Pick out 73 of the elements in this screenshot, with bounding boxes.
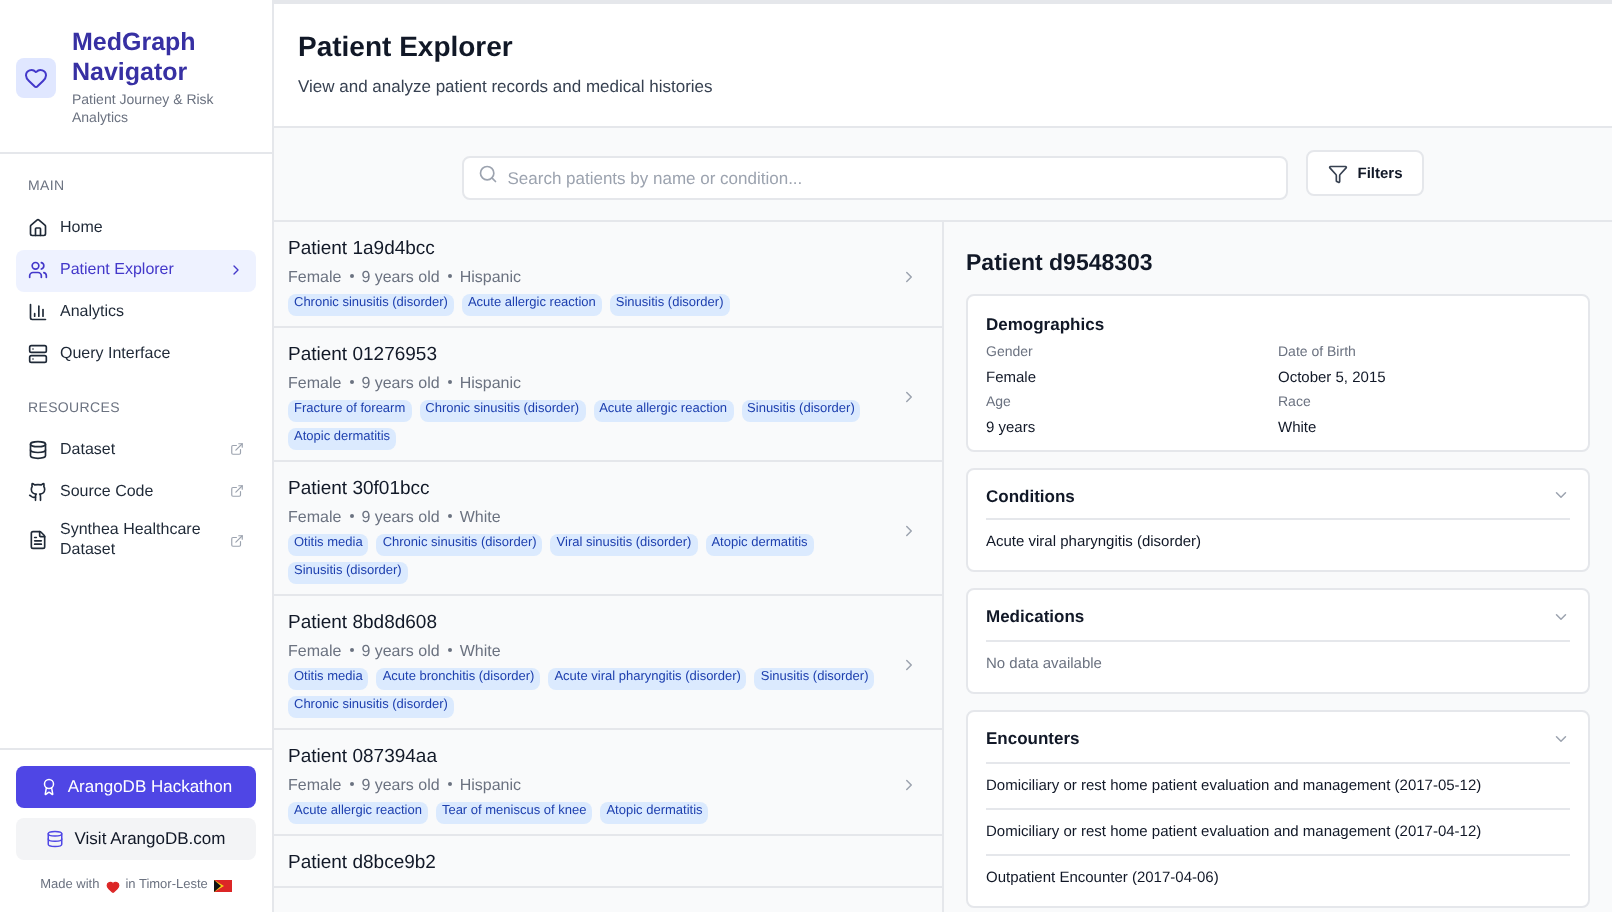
bullet-icon: [349, 274, 354, 279]
patient-name: Patient 087394aa: [288, 745, 439, 770]
chevron-right-icon: [900, 775, 918, 794]
heart-icon: [105, 879, 120, 894]
patient-row[interactable]: Patient d8bce9b2: [274, 835, 942, 888]
nav-item[interactable]: Dataset: [16, 428, 256, 470]
patient-meta: Hispanic: [459, 371, 522, 394]
users-icon: [28, 260, 48, 280]
nav-item[interactable]: Patient Explorer: [16, 249, 256, 291]
search-icon: [477, 163, 498, 184]
patient-meta: White: [459, 505, 501, 528]
app-title: MedGraph Navigator: [72, 28, 198, 88]
award-icon: [39, 778, 58, 797]
patient-meta: Female: [288, 639, 342, 662]
patient-name: Patient 01276953: [288, 343, 439, 368]
heart-logo-icon: [16, 58, 56, 98]
patient-name: Patient d8bce9b2: [288, 851, 438, 876]
filter-icon: [1327, 163, 1348, 184]
bar-chart-icon: [28, 302, 48, 322]
patient-meta: Hispanic: [459, 265, 522, 288]
nav-item[interactable]: Home: [16, 207, 256, 249]
code-repo-icon: [28, 481, 48, 501]
bullet-icon: [447, 782, 452, 787]
bullet-icon: [349, 782, 354, 787]
patient-meta: Female: [288, 773, 342, 796]
patient-meta: 9 years old: [361, 371, 440, 394]
visit-site-button[interactable]: Visit ArangoDB.com: [16, 818, 256, 861]
bullet-icon: [447, 648, 452, 653]
patient-meta: Hispanic: [459, 773, 522, 796]
patient-name: Patient 1a9d4bcc: [288, 237, 437, 262]
chevron-right-icon: [900, 521, 918, 540]
database-icon: [46, 830, 65, 849]
chevron-right-icon: [900, 387, 918, 406]
card-heading: Demographics: [986, 311, 1107, 337]
chevron-right-icon: [228, 262, 244, 278]
bullet-icon: [447, 380, 452, 385]
bullet-icon: [447, 514, 452, 519]
home-icon: [28, 218, 48, 238]
hackathon-button[interactable]: ArangoDB Hackathon: [16, 766, 256, 809]
patient-meta: White: [459, 639, 501, 662]
database-icon: [28, 439, 48, 459]
patient-name: Patient 30f01bcc: [288, 477, 432, 502]
bullet-icon: [349, 380, 354, 385]
patient-name: Patient 8bd8d608: [288, 611, 439, 636]
chevron-right-icon: [900, 267, 918, 286]
external-link-icon: [230, 484, 244, 498]
bullet-icon: [349, 514, 354, 519]
search-field[interactable]: Search patients by name or condition...: [461, 155, 1288, 200]
document-icon: [28, 530, 48, 550]
patient-meta: Female: [288, 505, 342, 528]
page-title: Patient Explorer: [298, 28, 515, 64]
external-link-icon: [230, 442, 244, 456]
nav-item[interactable]: Source Code: [16, 470, 256, 512]
chevron-right-icon: [900, 655, 918, 674]
external-link-icon: [230, 533, 244, 547]
patient-meta: Female: [288, 371, 342, 394]
patient-meta: Female: [288, 265, 342, 288]
page-subtitle: View and analyze patient records and medical histories: [298, 74, 715, 100]
patient-meta: 9 years old: [361, 505, 440, 528]
card-heading: Encounters: [986, 726, 1082, 752]
nav-item[interactable]: Analytics: [16, 291, 256, 333]
bullet-icon: [349, 648, 354, 653]
server-icon: [28, 344, 48, 364]
bullet-icon: [447, 274, 452, 279]
patient-title: Patient d9548303: [966, 249, 1155, 278]
nav-item[interactable]: Query Interface: [16, 333, 256, 375]
card-heading: Medications: [986, 604, 1087, 630]
nav-item[interactable]: Synthea Healthcare Dataset: [16, 512, 256, 568]
patient-meta: 9 years old: [361, 773, 440, 796]
patient-meta: 9 years old: [361, 639, 440, 662]
patient-meta: 9 years old: [361, 265, 440, 288]
flag-icon: [213, 880, 232, 893]
card-heading: Conditions: [986, 483, 1077, 509]
